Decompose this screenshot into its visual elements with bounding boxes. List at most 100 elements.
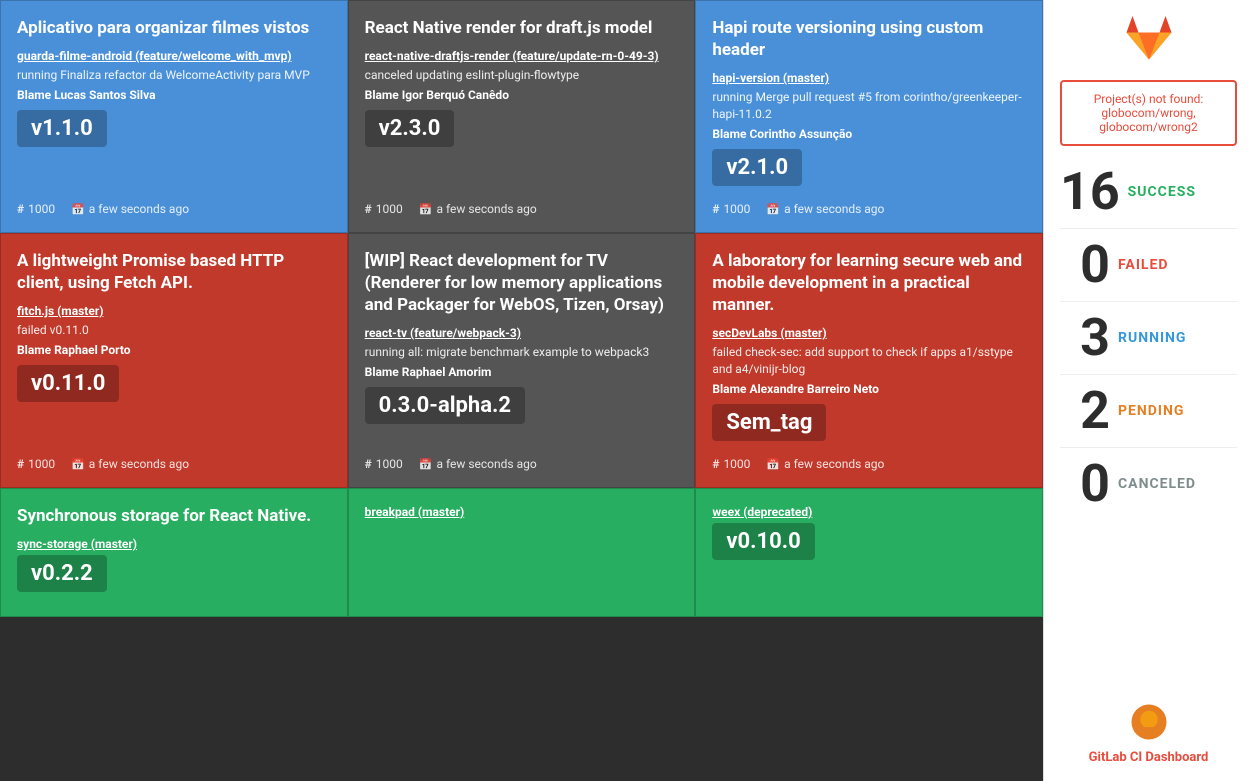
card-footer: 1000 a few seconds ago <box>712 194 1026 216</box>
stat-label-running: RUNNING <box>1118 330 1186 346</box>
gitlab-ci-logo-icon <box>1129 702 1169 742</box>
card-issue: 1000 <box>17 202 55 216</box>
card-time: a few seconds ago <box>766 202 884 216</box>
stat-divider <box>1060 374 1237 375</box>
project-card-5[interactable]: [WIP] React development for TV (Renderer… <box>348 233 696 488</box>
gitlab-logo-icon <box>1125 16 1173 64</box>
card-repo: react-tv (feature/webpack-3) <box>365 326 679 340</box>
card-desc: canceled updating eslint-plugin-flowtype <box>365 67 679 84</box>
project-card-6[interactable]: A laboratory for learning secure web and… <box>695 233 1043 488</box>
project-grid: Aplicativo para organizar filmes vistos g… <box>0 0 1043 781</box>
calendar-icon <box>419 457 433 471</box>
stat-failed: 0 FAILED <box>1060 239 1237 291</box>
stat-divider <box>1060 228 1237 229</box>
card-title: Hapi route versioning using custom heade… <box>712 17 1026 61</box>
project-card-7[interactable]: Synchronous storage for React Native. syn… <box>0 488 348 617</box>
error-box: Project(s) not found: globocom/wrong, gl… <box>1060 80 1237 146</box>
calendar-icon <box>766 457 780 471</box>
stat-label-success: SUCCESS <box>1128 184 1196 200</box>
card-footer: 1000 a few seconds ago <box>17 194 331 216</box>
stat-number-success: 16 <box>1060 166 1120 218</box>
card-repo: react-native-draftjs-render (feature/upd… <box>365 49 679 63</box>
project-card-1[interactable]: Aplicativo para organizar filmes vistos g… <box>0 0 348 233</box>
card-desc: failed check-sec: add support to check i… <box>712 344 1026 378</box>
card-time: a few seconds ago <box>419 457 537 471</box>
card-blame: Blame Corintho Assunção <box>712 127 1026 141</box>
stat-divider <box>1060 447 1237 448</box>
stat-canceled: 0 CANCELED <box>1060 458 1237 510</box>
project-card-2[interactable]: React Native render for draft.js model re… <box>348 0 696 233</box>
gitlab-ci-label: GitLab CI Dashboard <box>1089 750 1209 765</box>
card-title: Aplicativo para organizar filmes vistos <box>17 17 331 39</box>
card-issue: 1000 <box>712 457 750 471</box>
hash-icon <box>365 457 372 471</box>
stat-running: 3 RUNNING <box>1060 312 1237 364</box>
card-footer: 1000 a few seconds ago <box>365 449 679 471</box>
card-desc: running all: migrate benchmark example t… <box>365 344 679 361</box>
card-desc: running Merge pull request #5 from corin… <box>712 89 1026 123</box>
card-blame: Blame Lucas Santos Silva <box>17 88 331 102</box>
card-blame: Blame Alexandre Barreiro Neto <box>712 382 1026 396</box>
sidebar: Project(s) not found: globocom/wrong, gl… <box>1043 0 1253 781</box>
stat-label-canceled: CANCELED <box>1118 476 1196 492</box>
card-blame: Blame Raphael Amorim <box>365 365 679 379</box>
card-time: a few seconds ago <box>71 457 189 471</box>
hash-icon <box>17 202 24 216</box>
card-issue: 1000 <box>365 457 403 471</box>
card-version: v1.1.0 <box>17 110 107 147</box>
card-version: v0.2.2 <box>17 555 107 592</box>
card-repo: secDevLabs (master) <box>712 326 1026 340</box>
calendar-icon <box>71 202 85 216</box>
card-title: A lightweight Promise based HTTP client,… <box>17 250 331 294</box>
stats-container: 16 SUCCESS 0 FAILED 3 RUNNING 2 PENDING … <box>1060 166 1237 520</box>
card-time: a few seconds ago <box>766 457 884 471</box>
calendar-icon <box>71 457 85 471</box>
hash-icon <box>712 202 719 216</box>
card-issue: 1000 <box>365 202 403 216</box>
card-desc: running Finaliza refactor da WelcomeActi… <box>17 67 331 84</box>
card-repo: sync-storage (master) <box>17 537 331 551</box>
stat-success: 16 SUCCESS <box>1060 166 1237 218</box>
card-footer: 1000 a few seconds ago <box>712 449 1026 471</box>
card-title: A laboratory for learning secure web and… <box>712 250 1026 316</box>
calendar-icon <box>766 202 780 216</box>
project-card-8[interactable]: breakpad (master) <box>348 488 696 617</box>
card-repo: fitch.js (master) <box>17 304 331 318</box>
hash-icon <box>712 457 719 471</box>
card-time: a few seconds ago <box>419 202 537 216</box>
hash-icon <box>365 202 372 216</box>
project-card-9[interactable]: weex (deprecated) v0.10.0 <box>695 488 1043 617</box>
card-repo: guarda-filme-android (feature/welcome_wi… <box>17 49 331 63</box>
card-repo: breakpad (master) <box>365 505 679 519</box>
stat-number-failed: 0 <box>1060 239 1110 291</box>
card-blame: Blame Igor Berquó Canêdo <box>365 88 679 102</box>
stat-number-canceled: 0 <box>1060 458 1110 510</box>
card-issue: 1000 <box>712 202 750 216</box>
card-version: v0.11.0 <box>17 365 119 402</box>
card-version: v2.3.0 <box>365 110 455 147</box>
card-repo: weex (deprecated) <box>712 505 1026 519</box>
card-version: v2.1.0 <box>712 149 802 186</box>
card-blame: Blame Raphael Porto <box>17 343 331 357</box>
project-card-3[interactable]: Hapi route versioning using custom heade… <box>695 0 1043 233</box>
stat-label-failed: FAILED <box>1118 257 1168 273</box>
card-title: [WIP] React development for TV (Renderer… <box>365 250 679 316</box>
card-issue: 1000 <box>17 457 55 471</box>
stat-pending: 2 PENDING <box>1060 385 1237 437</box>
card-desc: failed v0.11.0 <box>17 322 331 339</box>
card-version: v0.10.0 <box>712 523 814 560</box>
stat-number-pending: 2 <box>1060 385 1110 437</box>
stat-label-pending: PENDING <box>1118 403 1184 419</box>
card-footer: 1000 a few seconds ago <box>365 194 679 216</box>
project-card-4[interactable]: A lightweight Promise based HTTP client,… <box>0 233 348 488</box>
card-repo: hapi-version (master) <box>712 71 1026 85</box>
card-title: React Native render for draft.js model <box>365 17 679 39</box>
card-title: Synchronous storage for React Native. <box>17 505 331 527</box>
card-version: Sem_tag <box>712 404 826 441</box>
card-footer: 1000 a few seconds ago <box>17 449 331 471</box>
stat-number-running: 3 <box>1060 312 1110 364</box>
card-version: 0.3.0-alpha.2 <box>365 387 525 424</box>
calendar-icon <box>419 202 433 216</box>
card-time: a few seconds ago <box>71 202 189 216</box>
hash-icon <box>17 457 24 471</box>
